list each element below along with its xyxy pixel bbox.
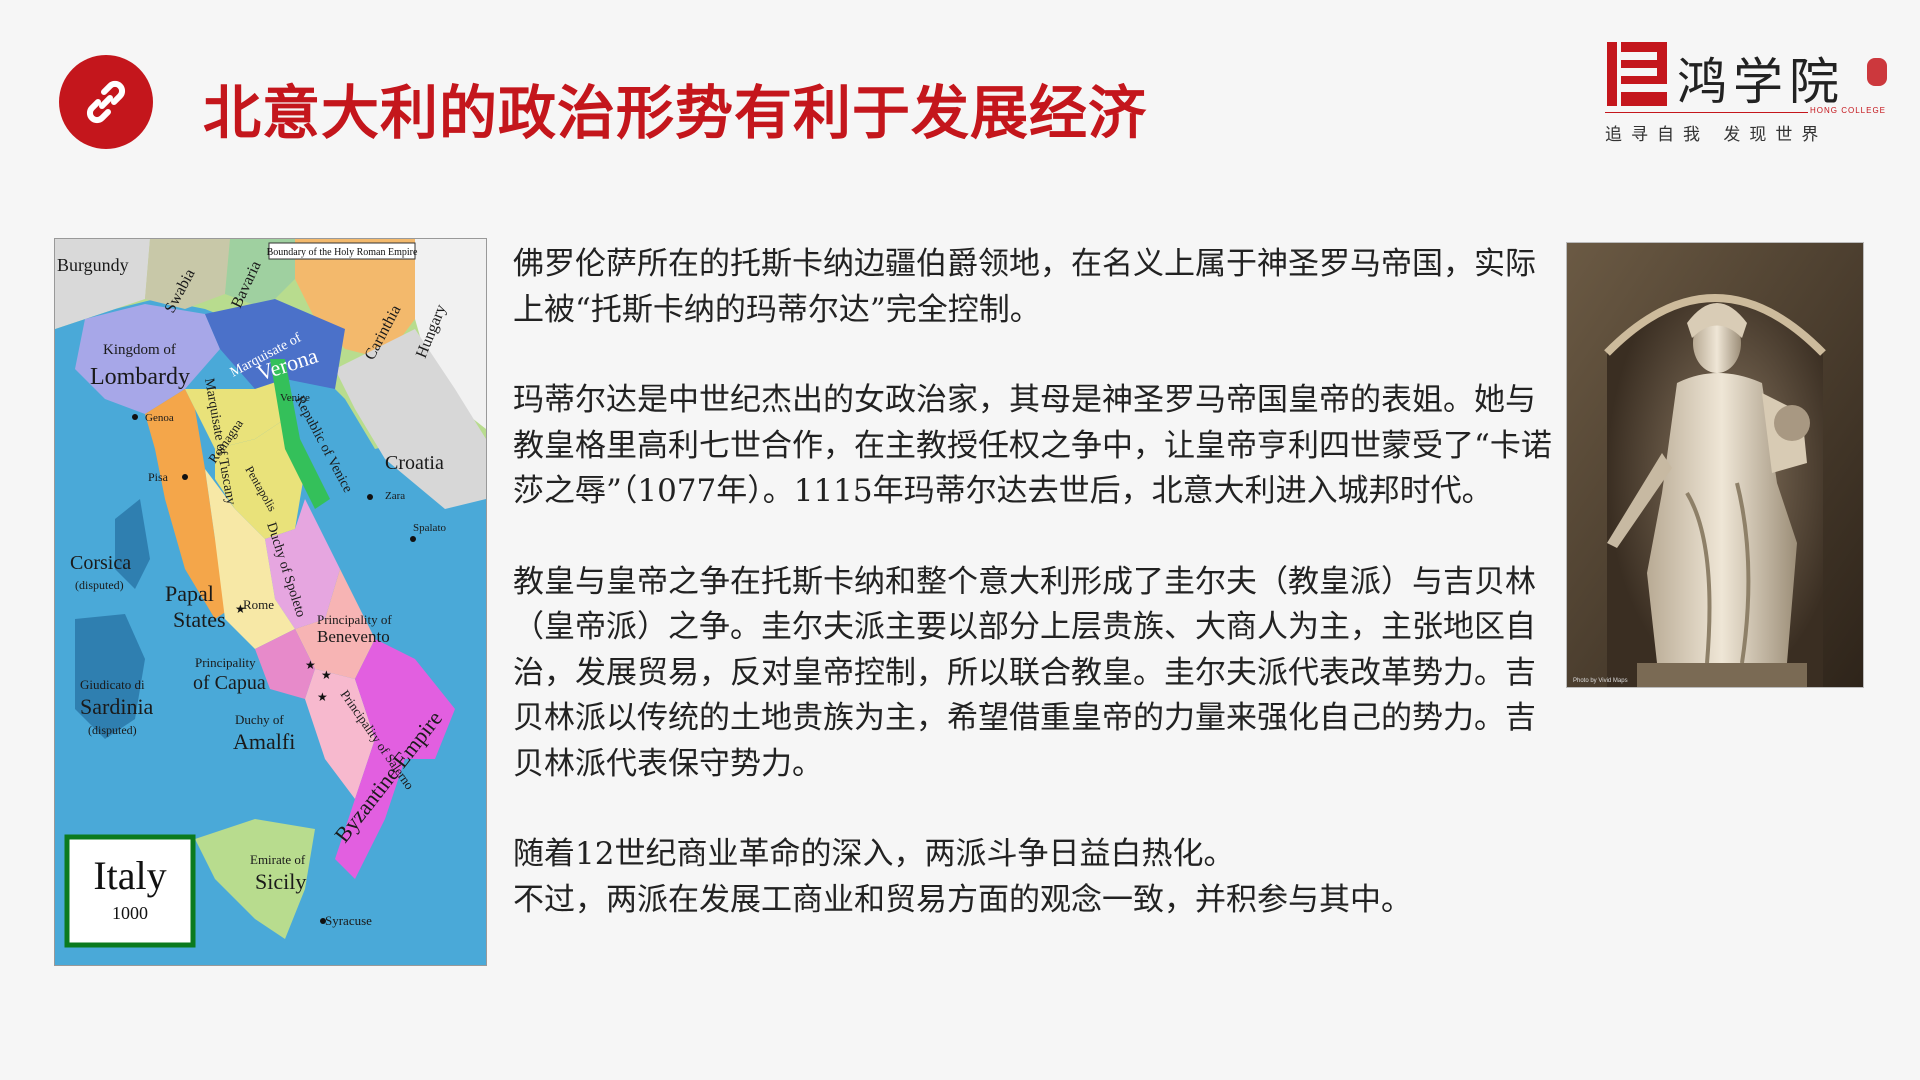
paragraph-consensus: 不过，两派在发展工商业和贸易方面的观念一致，并积参与其中。 (513, 881, 1412, 918)
svg-text:★: ★ (305, 658, 316, 672)
paragraph-guelphs-ghibellines: 教皇与皇帝之争在托斯卡纳和整个意大利形成了圭尔夫（教皇派）与吉贝林（皇帝派）之争… (513, 563, 1536, 782)
label-syracuse: Syracuse (325, 913, 372, 928)
label-lombardy: Lombardy (90, 364, 190, 390)
label-pisa: Pisa (148, 470, 169, 484)
label-principality-capua: Principality (195, 655, 256, 670)
label-burgundy: Burgundy (57, 255, 129, 275)
label-duchy-of-amalfi: Duchy of (235, 712, 284, 727)
label-genoa: Genoa (145, 412, 174, 424)
map-title: Italy (93, 853, 166, 898)
label-emirate-of: Emirate of (250, 852, 306, 867)
svg-text:★: ★ (321, 668, 332, 682)
svg-text:★: ★ (317, 690, 328, 704)
label-giudicato: Giudicato di (80, 677, 145, 692)
link-icon (59, 55, 153, 149)
label-benevento: Benevento (317, 627, 390, 646)
college-logo: 鸿学院 HONG COLLEGE 追寻自我 发现世界 (1605, 38, 1890, 148)
label-sardinia: Sardinia (80, 694, 154, 719)
map-legend-label: Boundary of the Holy Roman Empire (267, 247, 418, 258)
logo-emblem (1607, 42, 1667, 106)
label-croatia: Croatia (385, 452, 444, 474)
label-zara: Zara (385, 490, 405, 502)
paragraph-commercial-revolution: 随着12世纪商业革命的深入，两派斗争日益白热化。 (513, 836, 1235, 872)
paragraph-matilda: 玛蒂尔达是中世纪杰出的女政治家，其母是神圣罗马帝国皇帝的表姐。她与教皇格里高利七… (513, 382, 1552, 509)
label-spalato: Spalato (413, 522, 446, 534)
logo-divider (1605, 112, 1808, 113)
label-amalfi: Amalfi (233, 729, 295, 754)
logo-english: HONG COLLEGE (1810, 106, 1887, 115)
label-of-capua: of Capua (193, 672, 266, 694)
svg-text:★: ★ (235, 602, 246, 616)
body-text: 佛罗伦萨所在的托斯卡纳边疆伯爵领地，在名义上属于神圣罗马帝国，实际上被“托斯卡纳… (513, 242, 1553, 923)
label-states: States (173, 607, 226, 632)
statue-photo: Photo by Vivid Maps (1566, 242, 1864, 688)
label-principality-of-benevento: Principality of (317, 612, 392, 627)
label-papal: Papal (165, 581, 214, 606)
historical-map-italy: Boundary of the Holy Roman Empire Italy … (54, 238, 487, 966)
photo-credit: Photo by Vivid Maps (1573, 678, 1628, 684)
label-sardinia-disputed: (disputed) (88, 723, 137, 737)
slide: 北意大利的政治形势有利于发展经济 鸿学院 HONG COLLEGE 追寻自我 发… (0, 0, 1920, 1080)
label-kingdom-of: Kingdom of (103, 342, 176, 358)
map-year: 1000 (112, 903, 148, 923)
label-sicily: Sicily (255, 869, 306, 894)
logo-tagline: 追寻自我 发现世界 (1605, 125, 1828, 145)
label-corsica: Corsica (70, 552, 131, 574)
page-title: 北意大利的政治形势有利于发展经济 (203, 79, 1148, 147)
seal-stamp (1867, 58, 1887, 86)
logo-name: 鸿学院 (1677, 53, 1845, 111)
label-rome: Rome (243, 597, 274, 612)
paragraph-tuscany: 佛罗伦萨所在的托斯卡纳边疆伯爵领地，在名义上属于神圣罗马帝国，实际上被“托斯卡纳… (513, 246, 1536, 328)
label-corsica-disputed: (disputed) (75, 578, 124, 592)
